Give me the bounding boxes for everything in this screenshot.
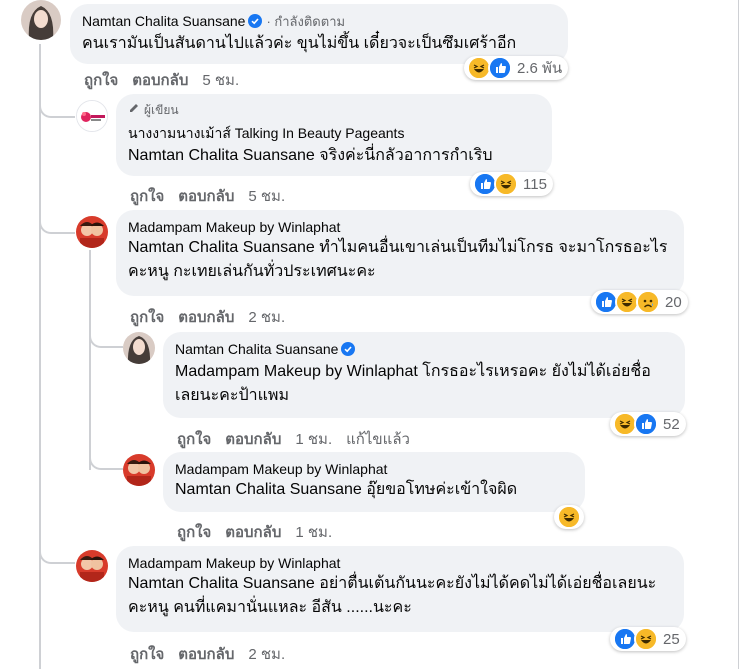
tagged-name[interactable]: Madampam Makeup by Winlaphat [175,363,418,380]
like-icon [488,56,512,80]
author-badge: ผู้เขียน [128,102,540,118]
commenter-name[interactable]: Namtan Chalita Suansane [82,13,245,29]
commenter-name[interactable]: นางงามนางเม้าส์ Talking In Beauty Pagean… [128,124,540,142]
comment-text: อุ๊ยขอโทษค่ะเข้าใจผิด [361,481,518,498]
avatar[interactable] [76,100,108,132]
edited-label[interactable]: แก้ไขแล้ว [346,431,410,448]
comment-time[interactable]: 2 ชม. [248,309,285,326]
comment-actions: ถูกใจ ตอบกลับ 1 ชม. [177,520,346,544]
reply-button[interactable]: ตอบกลับ [178,646,234,663]
avatar[interactable] [21,0,61,40]
sad-icon [636,290,660,314]
commenter-name[interactable]: Madampam Makeup by Winlaphat [128,554,672,572]
reaction-count: 20 [665,293,682,311]
reaction-count: 115 [523,175,547,193]
avatar[interactable] [123,332,155,364]
avatar[interactable] [123,454,155,486]
reaction-summary[interactable]: 115 [470,172,553,196]
reply-button[interactable]: ตอบกลับ [178,188,234,205]
tagged-name[interactable]: Namtan Chalita Suansane [128,575,315,592]
like-icon [634,412,658,436]
comment-time[interactable]: 1 ชม. [295,431,332,448]
reaction-summary[interactable]: 52 [610,412,686,436]
like-button[interactable]: ถูกใจ [130,309,164,326]
comment-actions: ถูกใจ ตอบกลับ 2 ชม. [130,305,299,329]
comment-text: จริงค่ะนี่กลัวอาการกำเริบ [314,147,493,164]
author-label: ผู้เขียน [144,103,179,117]
haha-icon [494,172,518,196]
reaction-count: 52 [663,415,680,433]
following-label[interactable]: · กำลังติดตาม [266,14,345,29]
verified-badge-icon [341,342,356,360]
like-button[interactable]: ถูกใจ [130,646,164,663]
thread-line-main [39,44,41,669]
commenter-name[interactable]: Madampam Makeup by Winlaphat [175,460,573,478]
comment-time[interactable]: 1 ชม. [295,524,332,541]
reaction-summary[interactable]: 20 [591,290,688,314]
thread-branch-2 [39,208,75,234]
like-button[interactable]: ถูกใจ [177,431,211,448]
comment-actions: ถูกใจ ตอบกลับ 5 ชม. [130,184,299,208]
reaction-count: 2.6 พัน [517,60,563,77]
comment-text: คนเรามันเป็นสันดานไปแล้วค่ะ ขุนไม่ขึ้น เ… [82,35,517,52]
comment-bubble: Madampam Makeup by Winlaphat Namtan Chal… [163,452,585,512]
comment-actions: ถูกใจ ตอบกลับ 1 ชม. แก้ไขแล้ว [177,427,424,451]
comment-time[interactable]: 2 ชม. [248,646,285,663]
haha-icon [634,627,658,651]
thread-branch-4 [89,444,123,470]
reply-button[interactable]: ตอบกลับ [225,431,281,448]
thread-branch-3 [89,322,123,348]
comment-bubble: ผู้เขียน นางงามนางเม้าส์ Talking In Beau… [116,94,552,176]
thread-line-nested [89,250,91,470]
comment-time[interactable]: 5 ชม. [202,72,239,89]
commenter-name[interactable]: Namtan Chalita Suansane [175,341,338,357]
thread-branch-5 [39,538,75,564]
avatar[interactable] [76,216,108,248]
like-button[interactable]: ถูกใจ [130,188,164,205]
verified-badge-icon [248,14,263,32]
comment-actions: ถูกใจ ตอบกลับ 5 ชม. [84,68,253,92]
thread-branch-1 [39,92,75,118]
reaction-summary[interactable] [554,505,584,529]
comment-time[interactable]: 5 ชม. [248,188,285,205]
comment-bubble: Namtan Chalita Suansane Madampam Makeup … [163,332,685,418]
reply-button[interactable]: ตอบกลับ [225,524,281,541]
reaction-summary[interactable]: 2.6 พัน [464,56,569,80]
like-button[interactable]: ถูกใจ [177,524,211,541]
haha-icon [557,505,581,529]
reply-button[interactable]: ตอบกลับ [178,309,234,326]
reaction-summary[interactable]: 25 [610,627,686,651]
commenter-name[interactable]: Madampam Makeup by Winlaphat [128,218,672,236]
reply-button[interactable]: ตอบกลับ [132,72,188,89]
avatar[interactable] [76,550,108,582]
comment-actions: ถูกใจ ตอบกลับ 2 ชม. [130,642,299,666]
tagged-name[interactable]: Namtan Chalita Suansane [175,481,362,498]
comment-bubble: Madampam Makeup by Winlaphat Namtan Chal… [116,210,684,296]
comment-bubble: Madampam Makeup by Winlaphat Namtan Chal… [116,546,684,632]
author-pen-icon [128,102,140,118]
tagged-name[interactable]: Namtan Chalita Suansane [128,147,315,164]
like-button[interactable]: ถูกใจ [84,72,118,89]
comment-bubble: Namtan Chalita Suansane · กำลังติดตาม คนเ… [70,4,568,64]
reaction-count: 25 [663,630,680,648]
tagged-name[interactable]: Namtan Chalita Suansane [128,239,315,256]
